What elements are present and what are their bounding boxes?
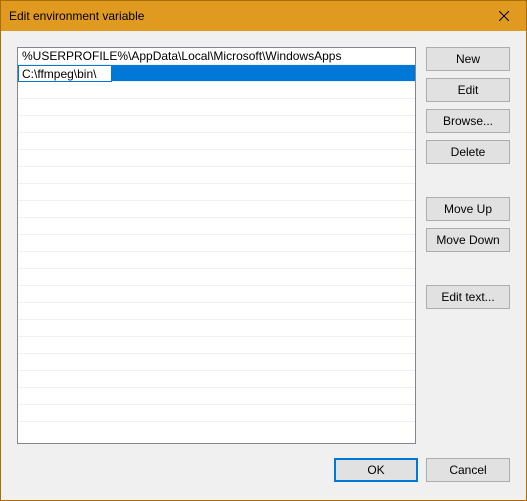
cancel-button[interactable]: Cancel (426, 458, 510, 482)
close-button[interactable] (481, 1, 526, 31)
button-column: New Edit Browse... Delete Move Up Move D… (426, 47, 510, 444)
list-item-empty[interactable] (18, 337, 415, 354)
dialog-footer: OK Cancel (17, 444, 510, 484)
list-item-empty[interactable] (18, 116, 415, 133)
list-item-empty[interactable] (18, 82, 415, 99)
delete-button[interactable]: Delete (426, 140, 510, 164)
move-down-button[interactable]: Move Down (426, 228, 510, 252)
list-item-empty[interactable] (18, 99, 415, 116)
list-item-empty[interactable] (18, 405, 415, 422)
list-item-empty[interactable] (18, 133, 415, 150)
edit-button[interactable]: Edit (426, 78, 510, 102)
main-area: %USERPROFILE%\AppData\Local\Microsoft\Wi… (17, 47, 510, 444)
list-item-empty[interactable] (18, 235, 415, 252)
list-item-empty[interactable] (18, 167, 415, 184)
list-item-empty[interactable] (18, 150, 415, 167)
list-item-empty[interactable] (18, 354, 415, 371)
titlebar: Edit environment variable (1, 1, 526, 31)
dialog-content: %USERPROFILE%\AppData\Local\Microsoft\Wi… (1, 31, 526, 500)
list-item-empty[interactable] (18, 320, 415, 337)
list-item-empty[interactable] (18, 201, 415, 218)
list-item-edit-input[interactable] (18, 65, 112, 82)
path-listbox[interactable]: %USERPROFILE%\AppData\Local\Microsoft\Wi… (17, 47, 416, 444)
move-up-button[interactable]: Move Up (426, 197, 510, 221)
new-button[interactable]: New (426, 47, 510, 71)
list-item[interactable]: %USERPROFILE%\AppData\Local\Microsoft\Wi… (18, 48, 415, 65)
list-item-editing[interactable] (18, 65, 415, 82)
list-item-empty[interactable] (18, 184, 415, 201)
browse-button[interactable]: Browse... (426, 109, 510, 133)
list-item-empty[interactable] (18, 252, 415, 269)
list-item-empty[interactable] (18, 269, 415, 286)
list-item-empty[interactable] (18, 371, 415, 388)
ok-button[interactable]: OK (334, 458, 418, 482)
list-item-empty[interactable] (18, 303, 415, 320)
list-item-empty[interactable] (18, 286, 415, 303)
window-title: Edit environment variable (9, 9, 481, 23)
list-item-empty[interactable] (18, 388, 415, 405)
list-item-empty[interactable] (18, 218, 415, 235)
dialog-window: Edit environment variable %USERPROFILE%\… (0, 0, 527, 501)
edit-text-button[interactable]: Edit text... (426, 285, 510, 309)
close-icon (499, 11, 509, 21)
